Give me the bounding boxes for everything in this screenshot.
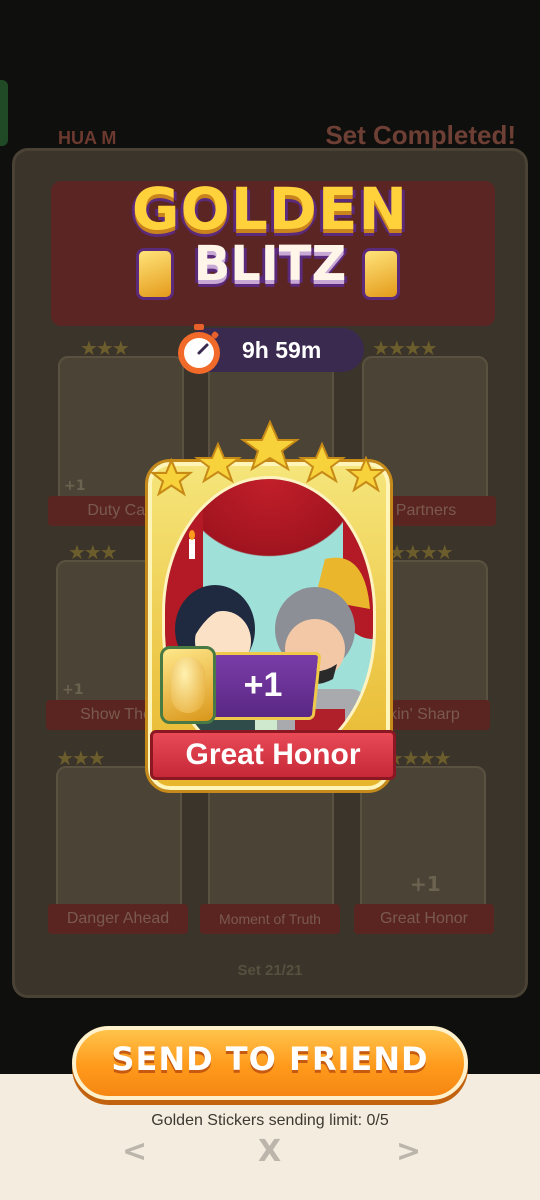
count-text: +1: [243, 666, 283, 704]
set-count: Set 21/21: [237, 962, 303, 979]
next-arrow-icon[interactable]: >: [396, 1134, 421, 1169]
sending-limit-text: Golden Stickers sending limit: 0/5: [151, 1112, 389, 1129]
mini-card-label: Moment of Truth: [200, 904, 340, 934]
mini-card: [208, 766, 334, 926]
mini-card-count: +1: [62, 682, 84, 698]
golden-sticker-icon: [160, 646, 216, 724]
mini-card: [56, 766, 182, 926]
star-icon: [239, 419, 301, 472]
album-set-completed-text: Set Completed!: [325, 120, 516, 150]
mini-card: [360, 766, 486, 926]
previous-arrow-icon[interactable]: <: [122, 1134, 147, 1169]
card-name-label: Great Honor: [150, 730, 396, 780]
mini-card-label: Danger Ahead: [48, 904, 188, 934]
mini-card-label: Great Honor: [354, 904, 494, 934]
stopwatch-icon: [178, 324, 220, 374]
mini-card-count: +1: [64, 478, 86, 494]
star-icon: [345, 455, 387, 493]
card-star-rating: [149, 419, 387, 497]
timer-text: 9h 59m: [242, 337, 322, 363]
star-icon: [194, 441, 242, 484]
duplicate-count-badge: +1: [150, 646, 322, 728]
send-to-friend-label[interactable]: SEND TO FRIEND: [72, 1040, 468, 1078]
side-tab-edge: [0, 80, 8, 146]
mini-card-count: +1: [410, 872, 441, 896]
logo-line-1: GOLDEN: [131, 175, 409, 243]
golden-blitz-logo: GOLDEN BLITZ: [0, 180, 540, 288]
logo-line-2: BLITZ: [193, 236, 347, 292]
album-character-name: HUA M: [58, 128, 117, 148]
star-icon: [298, 441, 346, 484]
close-icon[interactable]: X: [258, 1134, 281, 1169]
star-icon: [149, 457, 194, 497]
